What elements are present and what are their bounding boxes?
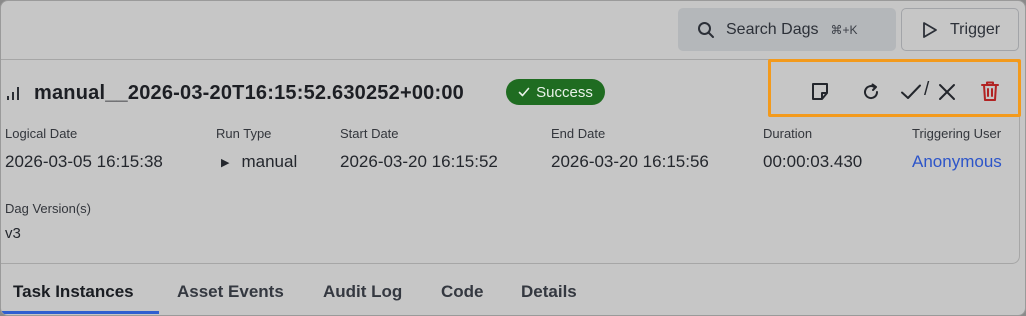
run-type-label: Run Type [216,126,272,141]
refresh-icon[interactable] [859,80,883,104]
end-date-value: 2026-03-20 16:15:56 [551,152,709,171]
trigger-button[interactable]: Trigger [901,8,1019,51]
active-tab-indicator [1,311,159,314]
dag-version-value: v3 [5,225,21,242]
triggering-user-label: Triggering User [912,126,1002,141]
tab-bar: Task Instances Asset Events Audit Log Co… [1,271,1025,315]
search-icon [698,21,714,38]
trigger-label: Trigger [950,20,1001,38]
dag-run-page: Search Dags ⌘+K Trigger manual__2026-03-… [0,0,1026,316]
end-date-label: End Date [551,126,606,141]
dag-version-label: Dag Version(s) [5,201,91,216]
search-shortcut: ⌘+K [830,22,858,37]
status-label: Success [536,83,593,101]
search-dags-button[interactable]: Search Dags ⌘+K [678,8,896,51]
run-title: manual__2026-03-20T16:15:52.630252+00:00 [34,81,464,104]
bar-chart-icon [7,87,19,100]
run-type-text: manual [241,152,298,171]
actions-separator: / [924,79,930,100]
triggering-user-link[interactable]: Anonymous [912,152,1002,172]
start-date-label: Start Date [340,126,399,141]
run-actions-highlight: / [768,59,1021,117]
tab-asset-events[interactable]: Asset Events [177,282,284,302]
note-icon[interactable] [809,80,833,104]
top-bar: Search Dags ⌘+K Trigger [1,1,1025,59]
run-type-value: ▶ manual [221,152,297,172]
tab-audit-log[interactable]: Audit Log [323,282,402,302]
start-date-value: 2026-03-20 16:15:52 [340,152,498,171]
duration-label: Duration [763,126,813,141]
search-dags-label: Search Dags [726,20,819,38]
duration-value: 00:00:03.430 [763,152,863,171]
tab-code[interactable]: Code [441,282,484,302]
run-title-row: manual__2026-03-20T16:15:52.630252+00:00 [6,79,464,107]
check-icon [518,87,530,97]
trash-icon[interactable] [978,79,1002,103]
play-icon: ▶ [221,157,230,169]
check-icon[interactable] [899,80,923,104]
status-badge: Success [506,79,605,105]
play-icon [923,21,937,38]
logical-date-label: Logical Date [5,126,78,141]
logical-date-value: 2026-03-05 16:15:38 [5,152,163,171]
tab-task-instances[interactable]: Task Instances [13,282,134,302]
tab-details[interactable]: Details [521,282,577,302]
x-icon[interactable] [935,80,959,104]
